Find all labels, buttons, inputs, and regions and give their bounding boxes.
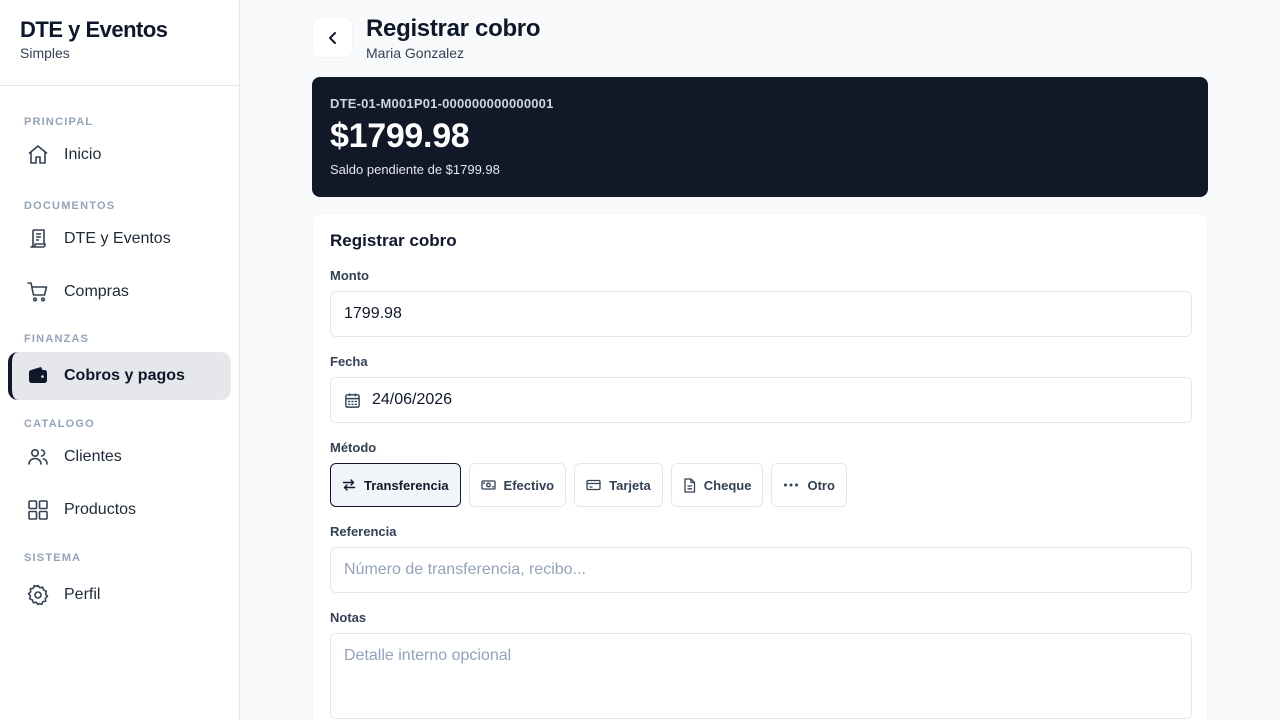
date-value: 24/06/2026: [372, 391, 453, 408]
method-label: Método: [330, 440, 377, 455]
brand-subtitle: Simples: [20, 45, 70, 61]
date-label: Fecha: [330, 354, 368, 369]
amount-value: 1799.98: [344, 305, 402, 322]
sidebar-item-label: Perfil: [64, 586, 101, 603]
method-otro-button[interactable]: Otro: [771, 463, 847, 507]
users-icon: [26, 445, 50, 469]
home-icon: [26, 143, 50, 167]
method-cheque-button[interactable]: Cheque: [670, 463, 764, 507]
cash-icon: [480, 478, 496, 492]
sidebar-item-inicio[interactable]: Inicio: [8, 131, 231, 179]
wallet-icon: [26, 364, 50, 388]
section-label-sistema: SISTEMA: [24, 552, 82, 564]
sidebar-item-label: Clientes: [64, 448, 122, 465]
method-transferencia-button[interactable]: Transferencia: [330, 463, 461, 507]
reference-input[interactable]: Número de transferencia, recibo...: [330, 547, 1192, 593]
method-label-tarjeta: Tarjeta: [609, 477, 651, 493]
sidebar-item-dte[interactable]: DTE y Eventos: [8, 215, 231, 263]
sidebar-item-label: DTE y Eventos: [64, 230, 171, 247]
amount-label: Monto: [330, 268, 369, 283]
document-number: DTE-01-M001P01-000000000000001: [330, 96, 554, 111]
sidebar-item-compras[interactable]: Compras: [8, 268, 231, 316]
cart-icon: [26, 280, 50, 304]
document-amount: $1799.98: [330, 117, 470, 155]
method-label-efectivo: Efectivo: [503, 477, 555, 493]
section-label-finanzas: FINANZAS: [24, 333, 90, 345]
sidebar-item-label: Cobros y pagos: [64, 367, 185, 384]
reference-placeholder: Número de transferencia, recibo...: [344, 561, 586, 578]
swap-arrows-icon: [342, 478, 356, 492]
form-title: Registrar cobro: [330, 231, 457, 250]
method-label-transferencia: Transferencia: [364, 477, 449, 493]
payment-method-group: Transferencia Efectivo Tarjeta Cheque Ot…: [330, 463, 855, 507]
receipt-icon: [26, 227, 50, 251]
brand: DTE y Eventos Simples: [0, 0, 239, 86]
sidebar-nav: PRINCIPAL Inicio DOCUMENTOS DTE y Evento…: [0, 86, 239, 619]
back-button[interactable]: [312, 17, 353, 58]
payment-form: Registrar cobro Monto 1799.98 Fecha 24/0…: [312, 213, 1208, 720]
sidebar-item-label: Productos: [64, 501, 137, 518]
sidebar-item-clientes[interactable]: Clientes: [8, 433, 231, 481]
chevron-left-icon: [325, 30, 341, 46]
section-label-documentos: DOCUMENTOS: [24, 200, 116, 212]
section-label-principal: PRINCIPAL: [24, 116, 94, 128]
sidebar: DTE y Eventos Simples PRINCIPAL Inicio D…: [0, 0, 240, 720]
page-subtitle: Maria Gonzalez: [366, 45, 465, 61]
method-efectivo-button[interactable]: Efectivo: [468, 463, 567, 507]
page-title: Registrar cobro: [366, 15, 541, 42]
gear-icon: [26, 583, 50, 607]
sidebar-item-cobros[interactable]: Cobros y pagos: [8, 352, 231, 400]
sidebar-item-label: Inicio: [64, 146, 102, 163]
grid-icon: [26, 498, 50, 522]
document-summary-card: DTE-01-M001P01-000000000000001 $1799.98 …: [312, 77, 1208, 197]
credit-card-icon: [586, 478, 601, 492]
calendar-icon: [344, 392, 361, 409]
more-dots-icon: [783, 478, 799, 492]
date-input[interactable]: 24/06/2026: [330, 377, 1192, 423]
method-label-otro: Otro: [807, 477, 835, 493]
brand-title: DTE y Eventos: [20, 17, 168, 42]
notes-textarea[interactable]: Detalle interno opcional: [330, 633, 1192, 719]
sidebar-item-perfil[interactable]: Perfil: [8, 571, 231, 619]
document-icon: [683, 477, 696, 493]
section-label-catalogo: CATALOGO: [24, 418, 95, 430]
document-balance: Saldo pendiente de $1799.98: [330, 162, 500, 177]
sidebar-item-label: Compras: [64, 283, 129, 300]
method-label-cheque: Cheque: [703, 477, 752, 493]
amount-input[interactable]: 1799.98: [330, 291, 1192, 337]
notes-placeholder: Detalle interno opcional: [344, 647, 512, 664]
reference-label: Referencia: [330, 524, 397, 539]
notes-label: Notas: [330, 610, 367, 625]
sidebar-item-productos[interactable]: Productos: [8, 486, 231, 534]
method-tarjeta-button[interactable]: Tarjeta: [574, 463, 663, 507]
